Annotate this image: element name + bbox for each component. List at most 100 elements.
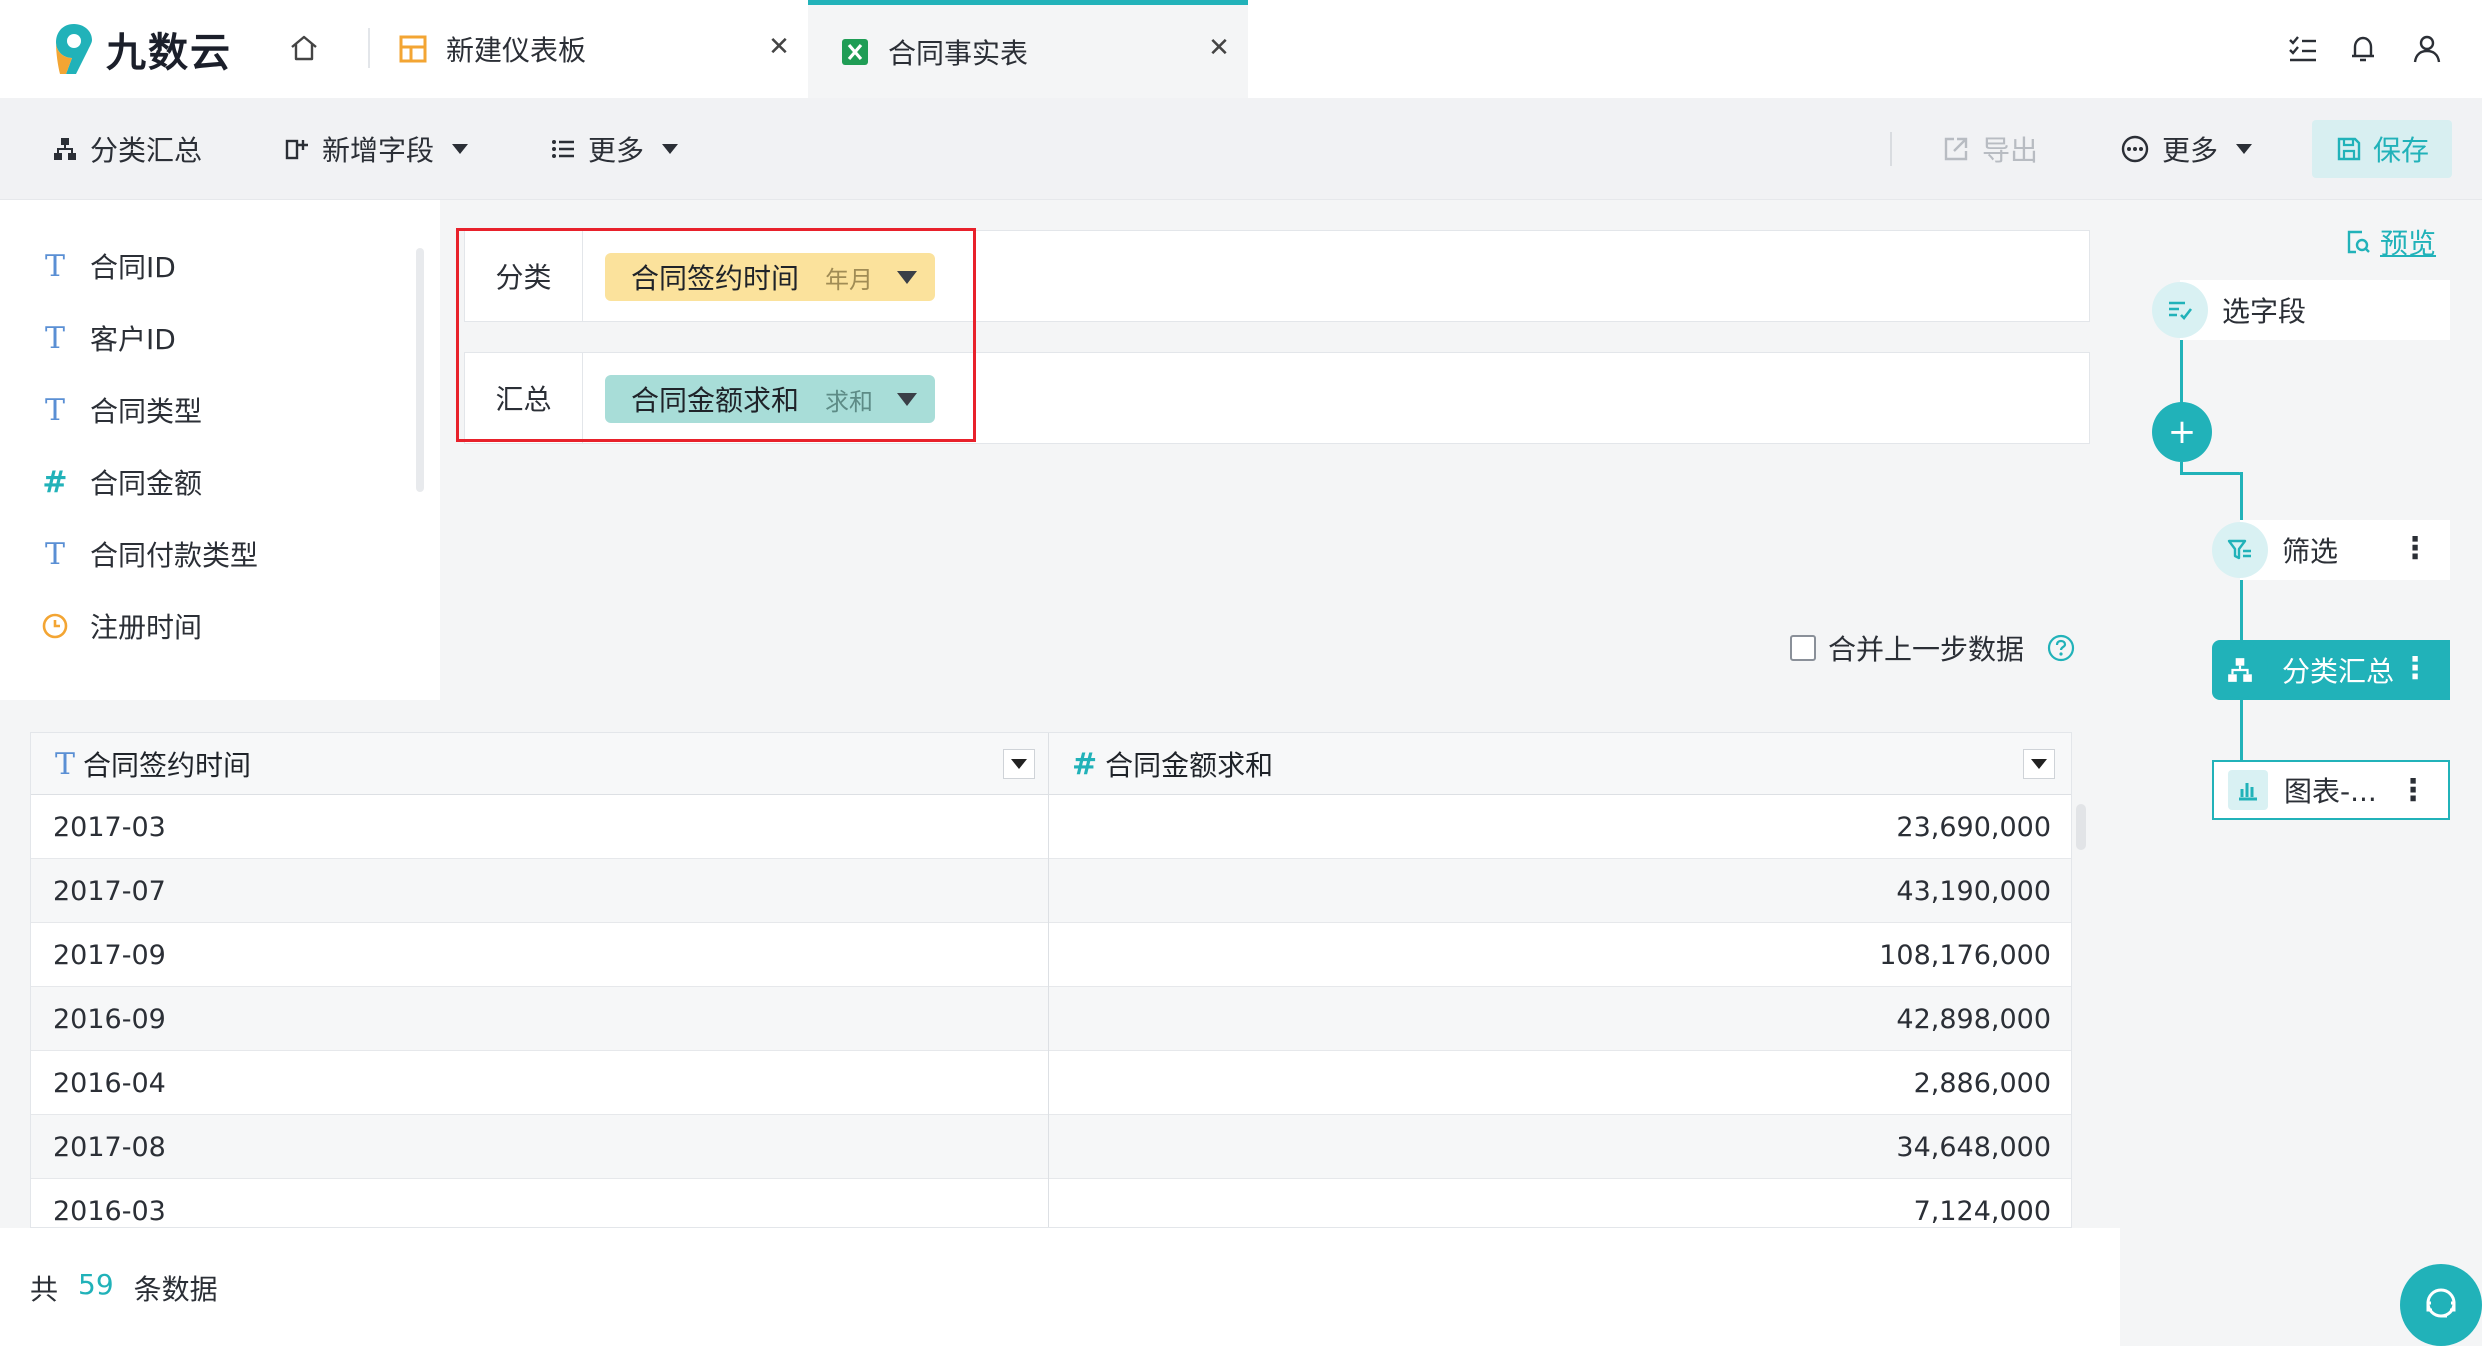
cell-amount: 34,648,000 (1896, 1131, 2051, 1163)
app-logo[interactable]: 九数云 (52, 20, 232, 78)
more-vertical-icon[interactable]: ⋮ (2398, 776, 2428, 806)
select-fields-icon (2152, 282, 2208, 338)
table-row: 2017-09 108,176,000 (31, 923, 2071, 987)
flow-connector (2180, 472, 2242, 475)
field-item[interactable]: # 合同金额 (40, 460, 202, 504)
task-list-icon[interactable] (2286, 32, 2320, 66)
group-summary-button[interactable]: 分类汇总 (52, 98, 202, 200)
flow-step-label: 分类汇总 (2282, 655, 2395, 688)
field-item[interactable]: T 客户ID (40, 316, 176, 360)
list-icon (552, 140, 574, 158)
more-vertical-icon[interactable]: ⋮ (2400, 534, 2430, 564)
cell-date: 2017-08 (53, 1131, 166, 1163)
cell-amount: 43,190,000 (1896, 875, 2051, 907)
merge-label: 合并上一步数据 (1828, 633, 2025, 666)
preview-link[interactable]: 预览 (2344, 222, 2436, 262)
bar-chart-icon (2228, 770, 2268, 810)
add-step-button[interactable]: + (2152, 402, 2212, 462)
chevron-down-icon (2031, 759, 2047, 769)
flow-step-chart[interactable]: 图表-... ⋮ (2212, 760, 2450, 820)
column-label: 合同签约时间 (83, 749, 252, 782)
field-item[interactable]: 注册时间 (40, 604, 202, 648)
cell-date: 2017-03 (53, 811, 166, 843)
field-item[interactable]: T 合同类型 (40, 388, 202, 432)
toolbar-divider (1890, 132, 1892, 166)
logo-text: 九数云 (106, 30, 232, 76)
row-count-prefix: 共 (30, 1273, 59, 1306)
row-count-suffix: 条数据 (133, 1273, 218, 1306)
flow-connector (2180, 336, 2183, 404)
text-type-icon: T (55, 746, 76, 782)
cell-date: 2017-07 (53, 875, 166, 907)
save-button[interactable]: 保存 (2312, 120, 2452, 178)
add-field-button[interactable]: 新增字段 (284, 98, 469, 200)
more-menu-right[interactable]: 更多 (2120, 98, 2253, 200)
close-icon[interactable]: ✕ (764, 32, 794, 62)
table-row: 2016-04 2,886,000 (31, 1051, 2071, 1115)
row-count: 共 59 条数据 (30, 1268, 218, 1308)
highlight-box (456, 228, 976, 442)
table-row: 2017-03 23,690,000 (31, 795, 2071, 859)
field-list-scrollbar[interactable] (416, 248, 424, 492)
text-type-icon: T (44, 392, 65, 428)
preview-label: 预览 (2380, 227, 2437, 260)
cell-amount: 42,898,000 (1896, 1003, 2051, 1035)
cell-date: 2016-09 (53, 1003, 166, 1035)
cell-amount: 23,690,000 (1896, 811, 2051, 843)
table-header: T 合同签约时间 # 合同金额求和 (31, 733, 2071, 795)
save-icon (2337, 137, 2361, 161)
flow-step-label: 筛选 (2282, 535, 2339, 568)
flow-step-filter[interactable]: 筛选 ⋮ (2212, 520, 2450, 580)
more-menu-left[interactable]: 更多 (550, 98, 679, 200)
user-icon[interactable] (2410, 32, 2444, 66)
field-name: 合同ID (90, 251, 176, 284)
hierarchy-icon (54, 138, 76, 160)
flow-connector (2240, 580, 2243, 640)
merge-checkbox[interactable] (1790, 635, 1816, 661)
home-icon[interactable] (286, 30, 322, 66)
close-icon[interactable]: ✕ (1204, 33, 1234, 63)
cell-date: 2016-03 (53, 1195, 166, 1227)
number-type-icon: # (1072, 746, 1098, 782)
merge-previous-step[interactable]: 合并上一步数据 (1790, 628, 2076, 668)
column-dropdown[interactable] (2023, 749, 2055, 779)
column-label: 合同金额求和 (1105, 749, 1274, 782)
table-row: 2017-07 43,190,000 (31, 859, 2071, 923)
table-scrollbar[interactable] (2076, 804, 2086, 850)
chat-support-button[interactable] (2400, 1264, 2482, 1346)
export-button[interactable]: 导出 (1942, 98, 2038, 200)
cell-amount: 7,124,000 (1913, 1195, 2051, 1227)
chevron-down-icon (452, 144, 469, 154)
column-divider (1048, 733, 1049, 1227)
tab-dashboard[interactable]: 新建仪表板 ✕ (398, 0, 808, 98)
flow-step-select-fields[interactable]: 选字段 (2152, 280, 2450, 340)
export-icon (1944, 137, 1968, 161)
text-type-icon: T (44, 536, 65, 572)
row-count-value: 59 (78, 1268, 114, 1301)
chevron-down-icon (2236, 144, 2253, 154)
table-row: 2016-09 42,898,000 (31, 987, 2071, 1051)
logo-icon (56, 24, 92, 74)
more-label: 更多 (588, 134, 645, 167)
field-item[interactable]: T 合同ID (40, 244, 176, 288)
footer: 共 59 条数据 (0, 1228, 2120, 1346)
field-item[interactable]: T 合同付款类型 (40, 532, 258, 576)
table-row: 2017-08 34,648,000 (31, 1115, 2071, 1179)
bell-icon[interactable] (2346, 32, 2380, 66)
clock-icon (42, 613, 68, 639)
flow-step-group-summary[interactable]: 分类汇总 ⋮ (2212, 640, 2450, 700)
flow-step-label: 选字段 (2222, 295, 2307, 328)
more-label: 更多 (2162, 134, 2219, 167)
help-icon[interactable] (2046, 633, 2076, 663)
cell-date: 2016-04 (53, 1067, 166, 1099)
more-vertical-icon[interactable]: ⋮ (2400, 654, 2430, 684)
column-header[interactable]: # 合同金额求和 (1048, 733, 2071, 795)
cell-amount: 108,176,000 (1879, 939, 2051, 971)
cell-amount: 2,886,000 (1913, 1067, 2051, 1099)
column-dropdown[interactable] (1003, 749, 1035, 779)
tab-separator (368, 28, 370, 68)
column-header[interactable]: T 合同签约时间 (31, 733, 1048, 795)
export-label: 导出 (1982, 134, 2039, 167)
table-row: 2016-03 7,124,000 (31, 1179, 2071, 1227)
tab-contract-table[interactable]: 合同事实表 ✕ (808, 0, 1248, 98)
